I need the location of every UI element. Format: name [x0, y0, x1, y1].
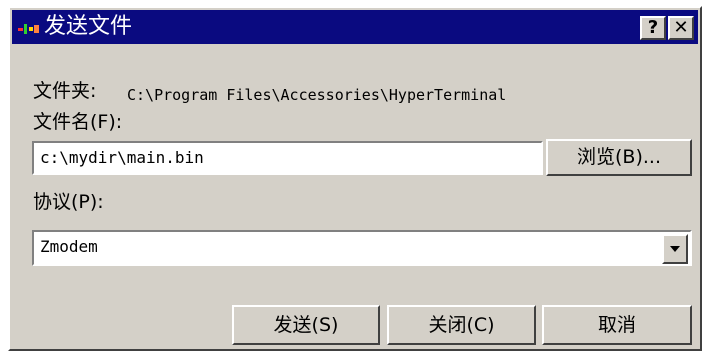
protocol-selected-value: Zmodem: [40, 237, 98, 256]
close-window-button[interactable]: ✕: [668, 16, 694, 40]
folder-path: C:\Program Files\Accessories\HyperTermin…: [127, 86, 507, 104]
protocol-label: 协议(P):: [33, 191, 104, 213]
send-button[interactable]: 发送(S): [232, 305, 380, 345]
help-button[interactable]: ?: [640, 16, 666, 40]
dropdown-arrow-icon: [670, 246, 680, 252]
protocol-select[interactable]: Zmodem: [32, 230, 692, 266]
send-file-dialog: 发送文件 ? ✕ 文件夹: C:\Program Files\Accessori…: [8, 6, 702, 351]
protocol-dropdown-button[interactable]: [662, 234, 688, 264]
browse-button[interactable]: 浏览(B)...: [546, 139, 692, 176]
close-icon: ✕: [673, 17, 689, 38]
filename-label: 文件名(F):: [33, 111, 123, 133]
app-icon: [18, 24, 39, 34]
help-icon: ?: [647, 17, 659, 38]
filename-input[interactable]: c:\mydir\main.bin: [32, 141, 543, 175]
title-bar[interactable]: 发送文件 ? ✕: [12, 10, 698, 44]
close-button[interactable]: 关闭(C): [387, 305, 536, 345]
folder-label: 文件夹:: [33, 80, 97, 102]
window-title: 发送文件: [44, 14, 133, 39]
cancel-button[interactable]: 取消: [542, 305, 692, 345]
